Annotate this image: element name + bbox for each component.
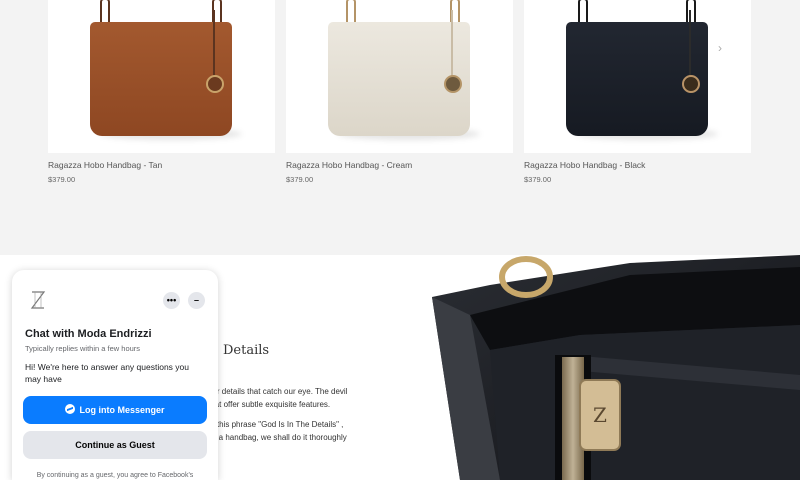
- product-price: $379.00: [48, 175, 76, 184]
- text-line: ce a handbag, we shall do it thoroughly: [208, 432, 347, 442]
- login-label: Log into Messenger: [79, 405, 165, 415]
- messenger-icon: [65, 404, 76, 414]
- continue-as-guest-button[interactable]: Continue as Guest: [23, 431, 207, 459]
- chat-subtitle: Typically replies within a few hours: [25, 344, 141, 353]
- messenger-chat-widget[interactable]: ••• – Chat with Moda Endrizzi Typically …: [12, 270, 218, 480]
- details-paragraph-1: nor details that catch our eye. The devi…: [208, 386, 368, 411]
- product-image[interactable]: [286, 0, 513, 153]
- details-paragraph-2: of this phrase "God Is In The Details" ,…: [208, 419, 368, 457]
- chat-legal-text: By continuing as a guest, you agree to F…: [36, 472, 194, 479]
- product-name[interactable]: Ragazza Hobo Handbag - Tan: [48, 160, 162, 170]
- minimize-icon[interactable]: –: [188, 292, 205, 309]
- product-card-tan[interactable]: Ragazza Hobo Handbag - Tan $379.00: [48, 0, 275, 184]
- text-line: of this phrase "God Is In The Details" ,: [208, 420, 344, 429]
- log-into-messenger-button[interactable]: Log into Messenger: [23, 396, 207, 424]
- text-line: lly.: [208, 444, 368, 457]
- chat-welcome-message: Hi! We're here to answer any questions y…: [25, 362, 189, 384]
- svg-text:Z: Z: [593, 403, 607, 427]
- product-grid: ‹ Ragazza Hobo Handbag - Tan $379.00 Rag…: [0, 0, 800, 255]
- product-image[interactable]: [524, 0, 751, 153]
- product-price: $379.00: [524, 175, 552, 184]
- product-card-black[interactable]: Ragazza Hobo Handbag - Black $379.00: [524, 0, 751, 184]
- more-options-icon[interactable]: •••: [163, 292, 180, 309]
- endrizzi-logo-icon: [26, 288, 50, 312]
- chevron-right-icon[interactable]: ›: [718, 41, 722, 55]
- bag-closeup-image: Z: [430, 255, 800, 480]
- product-card-cream[interactable]: Ragazza Hobo Handbag - Cream $379.00: [286, 0, 513, 184]
- section-heading: Details: [223, 343, 270, 358]
- product-name[interactable]: Ragazza Hobo Handbag - Black: [524, 160, 645, 170]
- text-line: that offer subtle exquisite features.: [208, 399, 331, 409]
- product-price: $379.00: [286, 175, 314, 184]
- product-image[interactable]: [48, 0, 275, 153]
- text-line: nor details that catch our eye. The devi…: [208, 387, 348, 396]
- product-name[interactable]: Ragazza Hobo Handbag - Cream: [286, 160, 412, 170]
- detail-photo: Z: [430, 255, 800, 480]
- chat-title: Chat with Moda Endrizzi: [25, 328, 152, 340]
